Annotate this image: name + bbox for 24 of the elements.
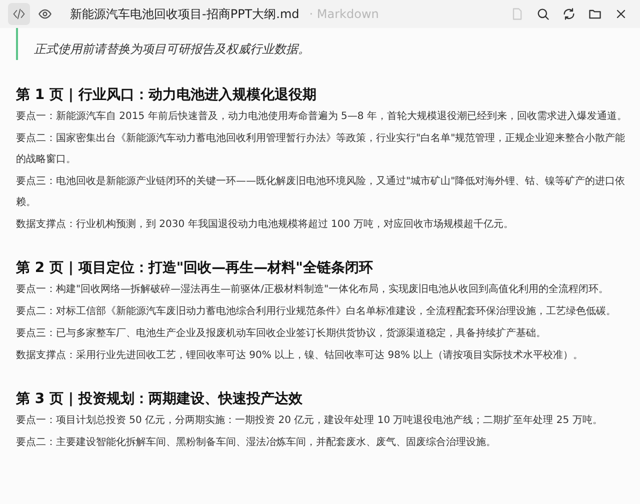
code-icon xyxy=(12,7,26,21)
point-text: 要点三：已与多家整车厂、电池生产企业及报废机动车回收企业签订长期供货协议，货源渠道稳定，具备持续扩产基础。 xyxy=(16,326,547,341)
point-text: 要点三：电池回收是新能源产业链闭环的关键一环——既化解废旧电池环境风险，又通过"城市矿山"降低对海外锂、钴、镍等矿产的进口依赖。 xyxy=(16,174,626,210)
folder-icon xyxy=(588,7,602,21)
point-text: 要点一：项目计划总投资 50 亿元，分两期实施：一期投资 20 亿元，建设年处理 10 万吨退役电池产线；二期扩至年处理 25 万吨。 xyxy=(16,414,604,428)
document-icon xyxy=(510,7,524,21)
note-text: 正式使用前请替换为项目可研报告及权威行业数据。 xyxy=(34,41,311,58)
section-heading: 第 3 页 | 投资规划：两期建设、快速投产达效 xyxy=(16,390,304,409)
point-text: 要点一：新能源汽车自 2015 年前后快速普及，动力电池使用寿命普遍为 5—8 年，首轮大规模退役潮已经到来，回收需求进入爆发通道。 xyxy=(16,110,628,124)
file-title: 新能源汽车电池回收项目-招商PPT大纲.md xyxy=(70,6,300,22)
point-text: 数据支撑点：行业机构预测，到 2030 年我国退役动力电池规模将超过 100 万吨，对应回收市场规模超千亿元。 xyxy=(16,218,514,232)
close-icon xyxy=(614,7,628,21)
refresh-icon xyxy=(562,7,576,21)
section-heading: 第 1 页 | 行业风口：动力电池进入规模化退役期 xyxy=(16,86,318,105)
file-type: · Markdown xyxy=(309,7,379,21)
point-text: 要点二：对标工信部《新能源汽车废旧动力蓄电池综合利用行业规范条件》白名单标准建设，全流程配套环保治理设施，工艺绿色低碳。 xyxy=(16,304,617,319)
point-text: 要点二：国家密集出台《新能源汽车动力蓄电池回收利用管理暂行办法》等政策，行业实行"白名单"规范管理，正规企业迎来整合小散产能的战略窗口。 xyxy=(16,132,626,167)
section-heading: 第 2 页 | 项目定位：打造"回收—再生—材料"全链条闭环 xyxy=(16,258,374,278)
search-icon xyxy=(536,7,550,21)
point-text: 要点一：构建"回收网络—拆解破碎—湿法再生—前驱体/正极材料制造"一体化布局，实现废旧电池从收回到高值化利用的全流程闭环。 xyxy=(16,282,610,297)
point-text: 数据支撑点：采用行业先进回收工艺，锂回收率可达 90% 以上，镍、钴回收率可达 98% 以上（请按项目实际技术水平校准）。 xyxy=(16,348,584,363)
eye-icon xyxy=(38,7,52,21)
point-text: 要点二：主要建设智能化拆解车间、黑粉制备车间、湿法冶炼车间，并配套废水、废气、固废综合治理设施。 xyxy=(16,436,497,450)
code-view-button[interactable] xyxy=(8,3,30,25)
